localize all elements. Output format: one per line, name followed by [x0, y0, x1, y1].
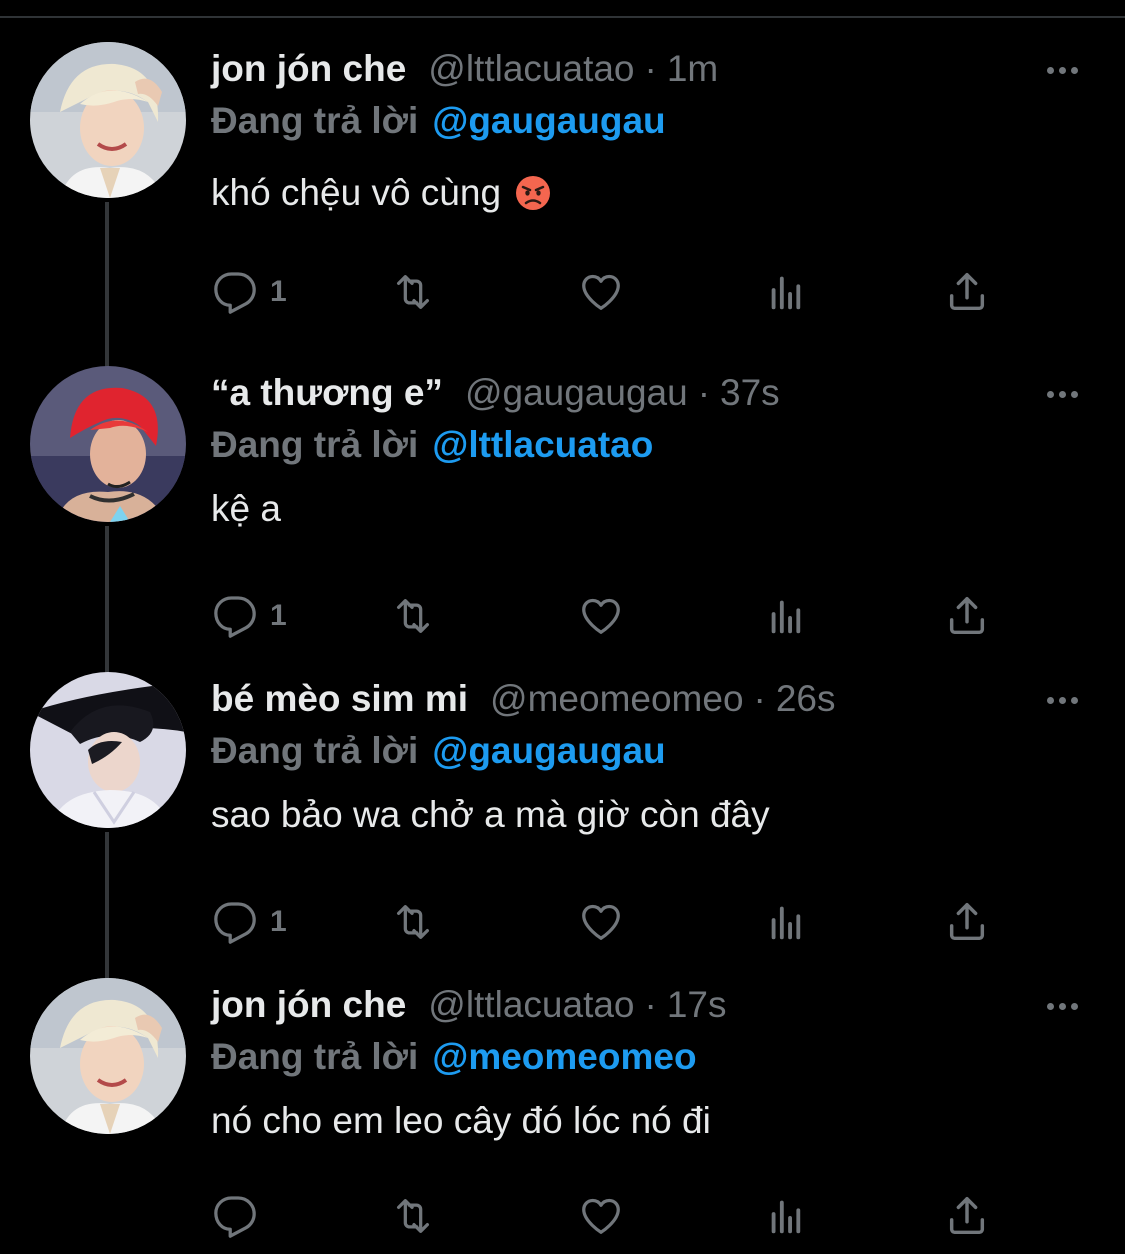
tweet-header: jon jón che @lttlacuatao · 17s: [211, 984, 727, 1032]
user-handle[interactable]: @lttlacuatao: [428, 48, 634, 90]
replying-to-handle[interactable]: @gaugaugau: [432, 730, 665, 771]
tweet[interactable]: jon jón che @lttlacuatao · 1m Đang trả l…: [0, 0, 1125, 370]
display-name[interactable]: bé mèo sim mi: [211, 678, 468, 720]
angry-face-icon: [516, 176, 551, 210]
views-button[interactable]: [764, 1192, 810, 1240]
avatar-image: [30, 978, 186, 1134]
user-handle[interactable]: @lttlacuatao: [428, 984, 634, 1026]
reply-button[interactable]: [212, 1192, 270, 1240]
tweet-text-content: khó chệu vô cùng: [211, 172, 502, 213]
timestamp[interactable]: 26s: [776, 678, 836, 720]
avatar-image: [30, 42, 186, 198]
tweet-text: khó chệu vô cùng: [211, 172, 551, 214]
user-handle[interactable]: @gaugaugau: [465, 372, 688, 414]
more-icon[interactable]: [1040, 56, 1084, 84]
more-icon[interactable]: [1040, 380, 1084, 408]
tweet-text-content: sao bảo wa chở a mà giờ còn đây: [211, 794, 770, 835]
like-button[interactable]: [578, 1192, 624, 1240]
share-button[interactable]: [944, 268, 990, 316]
avatar-image: [30, 672, 186, 828]
tweet-header: bé mèo sim mi @meomeomeo · 26s: [211, 678, 836, 726]
avatar[interactable]: [30, 42, 186, 198]
share-icon: [949, 273, 985, 311]
replying-to: Đang trả lời @lttlacuatao: [211, 424, 653, 466]
views-icon: [771, 1200, 801, 1234]
display-name[interactable]: jon jón che: [211, 984, 406, 1026]
tweet-header: “a thương e” @gaugaugau · 37s: [211, 372, 780, 420]
tweet-header: jon jón che @lttlacuatao · 1m: [211, 48, 718, 96]
user-handle[interactable]: @meomeomeo: [490, 678, 744, 720]
timestamp[interactable]: 37s: [720, 372, 780, 414]
tweet[interactable]: jon jón che @lttlacuatao · 17s Đang trả …: [0, 936, 1125, 1242]
replying-to-handle[interactable]: @gaugaugau: [432, 100, 665, 141]
tweet[interactable]: bé mèo sim mi @meomeomeo · 26s Đang trả …: [0, 630, 1125, 1000]
heart-icon: [582, 1198, 620, 1234]
avatar-image: [30, 366, 186, 522]
replying-to-handle[interactable]: @meomeomeo: [432, 1036, 696, 1077]
tweet-text-content: kệ a: [211, 488, 281, 529]
reply-count: 1: [270, 599, 287, 632]
like-button[interactable]: [578, 268, 624, 316]
separator: ·: [753, 678, 766, 719]
timestamp[interactable]: 1m: [667, 48, 718, 90]
tweet[interactable]: “a thương e” @gaugaugau · 37s Đang trả l…: [0, 324, 1125, 694]
views-button[interactable]: [764, 268, 810, 316]
separator: ·: [644, 984, 657, 1025]
retweet-icon: [396, 275, 430, 309]
replying-to-label: Đang trả lời: [211, 730, 419, 771]
share-icon: [949, 1197, 985, 1235]
reply-icon: [214, 272, 256, 314]
more-icon[interactable]: [1040, 992, 1084, 1020]
separator: ·: [697, 372, 711, 413]
tweet-actions: [212, 1192, 1012, 1240]
avatar[interactable]: [30, 672, 186, 828]
tweet-text-content: nó cho em leo cây đó lóc nó đi: [211, 1100, 711, 1141]
replying-to-label: Đang trả lời: [211, 100, 419, 141]
reply-count: 1: [270, 905, 287, 938]
avatar[interactable]: [30, 978, 186, 1134]
display-name[interactable]: “a thương e”: [211, 372, 443, 414]
separator: ·: [644, 48, 657, 89]
views-icon: [771, 276, 801, 310]
display-name[interactable]: jon jón che: [211, 48, 406, 90]
heart-icon: [582, 274, 620, 310]
replying-to-label: Đang trả lời: [211, 1036, 419, 1077]
tweet-text: kệ a: [211, 488, 281, 530]
reply-icon: [214, 1196, 256, 1238]
retweet-button[interactable]: [390, 1192, 436, 1240]
timestamp[interactable]: 17s: [667, 984, 727, 1026]
retweet-icon: [396, 1199, 430, 1233]
tweet-text: nó cho em leo cây đó lóc nó đi: [211, 1100, 711, 1142]
replying-to-label: Đang trả lời: [211, 424, 419, 465]
replying-to: Đang trả lời @gaugaugau: [211, 100, 666, 142]
reply-button[interactable]: 1: [212, 268, 287, 316]
replying-to: Đang trả lời @gaugaugau: [211, 730, 666, 772]
avatar[interactable]: [30, 366, 186, 522]
more-icon[interactable]: [1040, 686, 1084, 714]
reply-count: 1: [270, 275, 287, 308]
retweet-button[interactable]: [390, 268, 436, 316]
replying-to: Đang trả lời @meomeomeo: [211, 1036, 697, 1078]
share-button[interactable]: [944, 1192, 990, 1240]
tweet-text: sao bảo wa chở a mà giờ còn đây: [211, 794, 770, 836]
replying-to-handle[interactable]: @lttlacuatao: [432, 424, 653, 465]
tweet-actions: 1: [212, 268, 1012, 316]
